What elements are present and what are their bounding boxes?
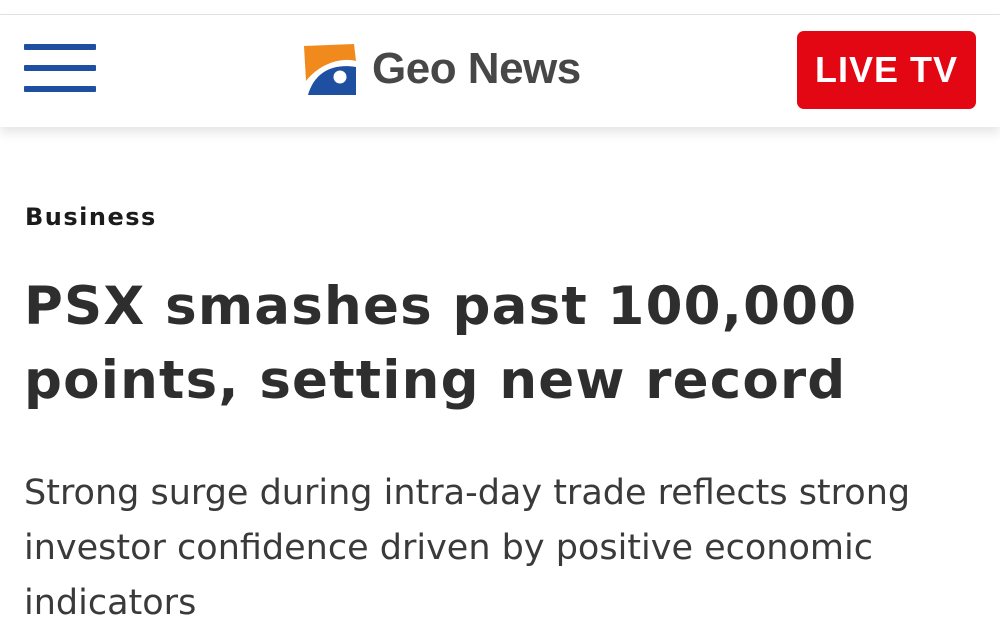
menu-bar: [24, 86, 96, 92]
geo-news-logo-icon: [304, 44, 356, 95]
logo-text: Geo News: [372, 44, 581, 93]
menu-bar: [24, 65, 96, 71]
article-summary: Strong surge during intra-day trade refl…: [24, 473, 911, 623]
hamburger-menu-icon[interactable]: [24, 44, 96, 94]
article-category[interactable]: Business: [25, 203, 157, 231]
menu-bar: [24, 44, 96, 50]
site-header: Geo News LIVE TV: [0, 15, 1000, 127]
site-logo[interactable]: Geo News: [298, 41, 581, 97]
page: Geo News LIVE TV Business PSX smashes pa…: [0, 0, 1000, 633]
live-tv-button[interactable]: LIVE TV: [797, 31, 976, 109]
article-headline: PSX smashes past 100,000 points, setting…: [24, 276, 858, 411]
